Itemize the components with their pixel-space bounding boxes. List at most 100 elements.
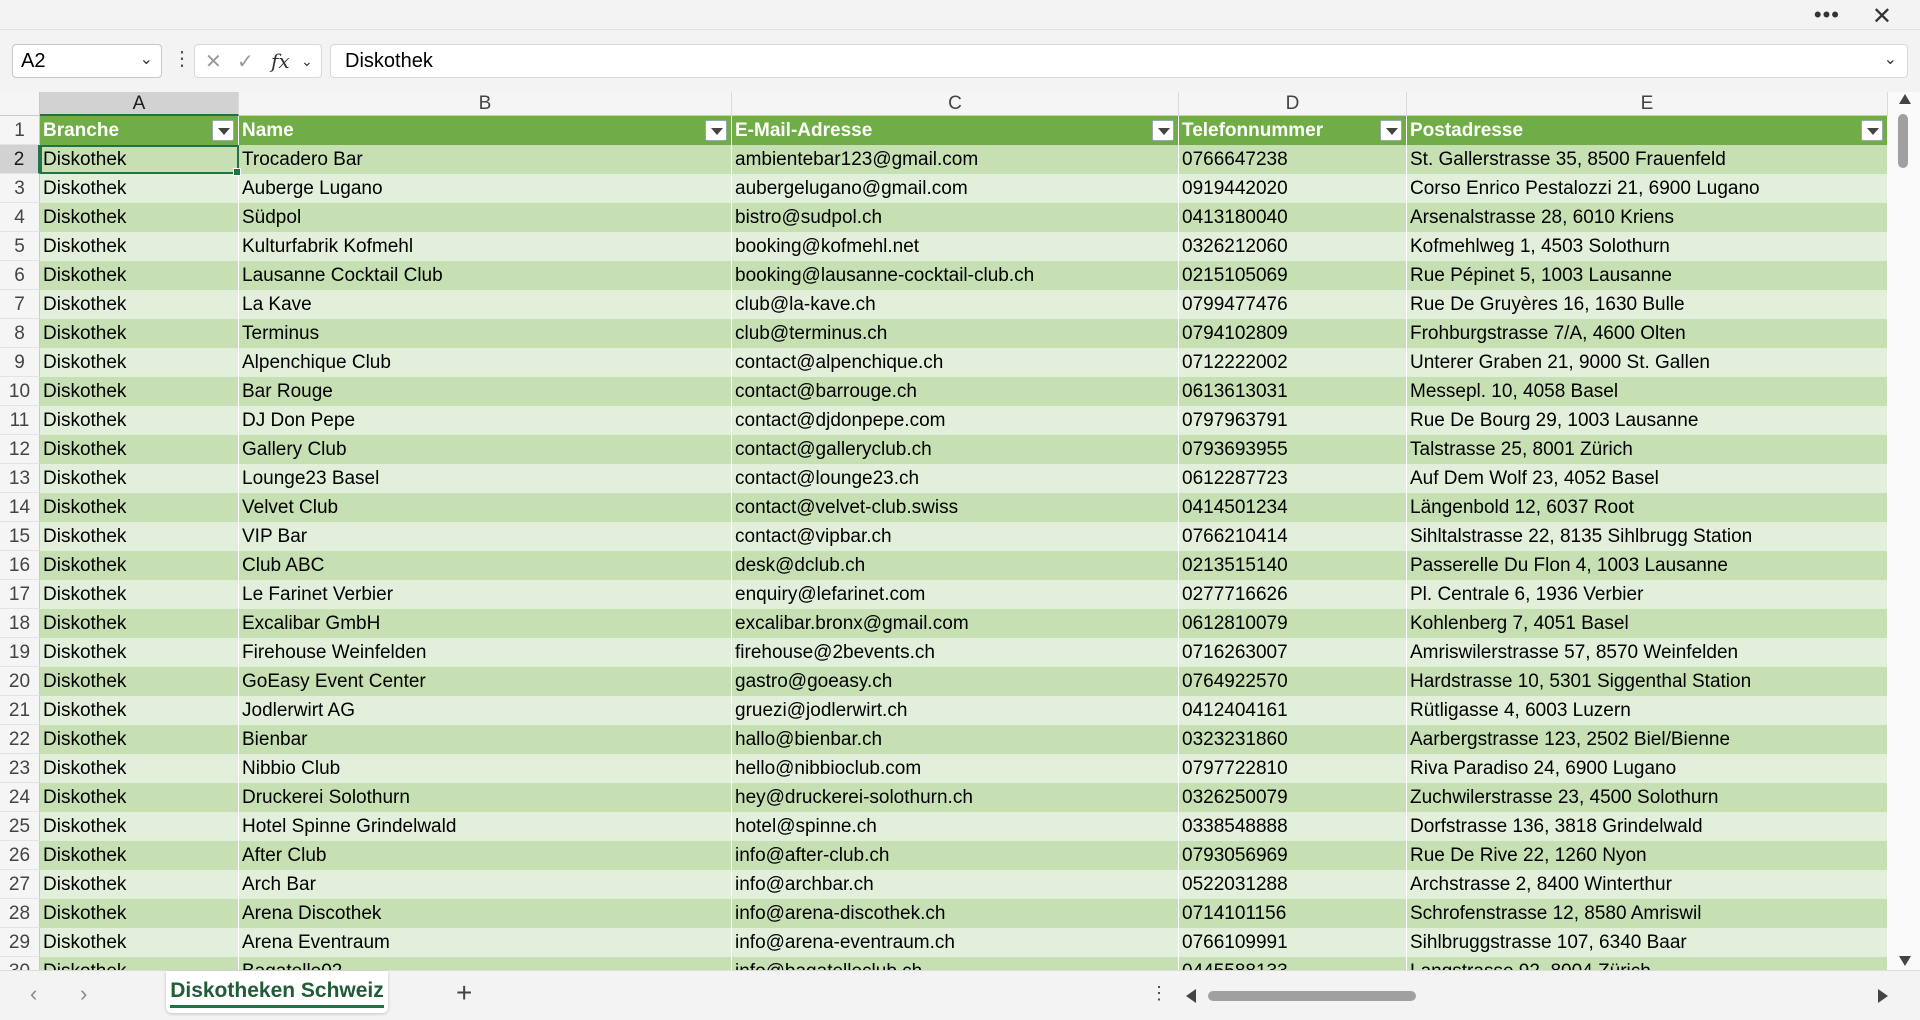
filter-dropdown-icon[interactable] — [1380, 120, 1402, 141]
table-cell[interactable]: Rue Pépinet 5, 1003 Lausanne — [1407, 261, 1888, 290]
table-cell[interactable]: Diskothek — [40, 174, 239, 203]
row-header[interactable]: 18 — [0, 609, 40, 638]
row-header[interactable]: 16 — [0, 551, 40, 580]
table-cell[interactable]: Diskothek — [40, 290, 239, 319]
row-header[interactable]: 1 — [0, 116, 40, 145]
table-cell[interactable]: 0612287723 — [1179, 464, 1407, 493]
table-cell[interactable]: 0277716626 — [1179, 580, 1407, 609]
table-cell[interactable]: info@arena-eventraum.ch — [732, 928, 1179, 957]
scroll-left-icon[interactable] — [1186, 989, 1196, 1003]
table-cell[interactable]: Diskothek — [40, 406, 239, 435]
vertical-scroll-thumb[interactable] — [1898, 114, 1908, 168]
table-cell[interactable]: 0797963791 — [1179, 406, 1407, 435]
table-cell[interactable]: Diskothek — [40, 377, 239, 406]
row-header[interactable]: 17 — [0, 580, 40, 609]
table-cell[interactable]: contact@velvet-club.swiss — [732, 493, 1179, 522]
table-cell[interactable]: Diskothek — [40, 609, 239, 638]
table-cell[interactable]: Lausanne Cocktail Club — [239, 261, 732, 290]
table-cell[interactable]: Kofmehlweg 1, 4503 Solothurn — [1407, 232, 1888, 261]
table-cell[interactable]: enquiry@lefarinet.com — [732, 580, 1179, 609]
table-cell[interactable]: contact@vipbar.ch — [732, 522, 1179, 551]
row-header[interactable]: 30 — [0, 957, 40, 970]
insert-function-icon[interactable]: fx — [271, 49, 290, 73]
select-all-corner[interactable] — [0, 92, 40, 116]
table-cell[interactable]: La Kave — [239, 290, 732, 319]
table-cell[interactable]: Bienbar — [239, 725, 732, 754]
row-header[interactable]: 26 — [0, 841, 40, 870]
table-cell[interactable]: 0613613031 — [1179, 377, 1407, 406]
table-cell[interactable]: 0764922570 — [1179, 667, 1407, 696]
table-cell[interactable]: booking@kofmehl.net — [732, 232, 1179, 261]
table-cell[interactable]: 0445588133 — [1179, 957, 1407, 970]
table-cell[interactable]: booking@lausanne-cocktail-club.ch — [732, 261, 1179, 290]
sheet-tab-active[interactable]: Diskotheken Schweiz — [166, 971, 388, 1013]
table-cell[interactable]: Rue De Rive 22, 1260 Nyon — [1407, 841, 1888, 870]
table-cell[interactable]: Diskothek — [40, 522, 239, 551]
row-header[interactable]: 3 — [0, 174, 40, 203]
table-cell[interactable]: Diskothek — [40, 841, 239, 870]
table-cell[interactable]: Diskothek — [40, 348, 239, 377]
table-cell[interactable]: Lounge23 Basel — [239, 464, 732, 493]
row-header[interactable]: 4 — [0, 203, 40, 232]
filter-dropdown-icon[interactable] — [1861, 120, 1883, 141]
table-cell[interactable]: Diskothek — [40, 783, 239, 812]
chevron-down-icon[interactable]: ⌄ — [140, 49, 153, 69]
column-header-c[interactable]: C — [732, 92, 1179, 116]
table-cell[interactable]: 0766109991 — [1179, 928, 1407, 957]
row-header[interactable]: 9 — [0, 348, 40, 377]
row-header[interactable]: 12 — [0, 435, 40, 464]
name-box[interactable]: A2 ⌄ — [12, 44, 162, 78]
row-header[interactable]: 27 — [0, 870, 40, 899]
filter-dropdown-icon[interactable] — [705, 120, 727, 141]
table-cell[interactable]: Diskothek — [40, 899, 239, 928]
table-cell[interactable]: Hotel Spinne Grindelwald — [239, 812, 732, 841]
formula-input[interactable]: Diskothek ⌄ — [330, 44, 1908, 78]
table-cell[interactable]: Diskothek — [40, 232, 239, 261]
table-cell[interactable]: Diskothek — [40, 580, 239, 609]
row-header[interactable]: 13 — [0, 464, 40, 493]
table-cell[interactable]: firehouse@2bevents.ch — [732, 638, 1179, 667]
table-cell[interactable]: Diskothek — [40, 957, 239, 970]
table-cell[interactable]: DJ Don Pepe — [239, 406, 732, 435]
table-cell[interactable]: 0712222002 — [1179, 348, 1407, 377]
expand-formula-icon[interactable]: ⌄ — [1884, 49, 1897, 69]
table-cell[interactable]: excalibar.bronx@gmail.com — [732, 609, 1179, 638]
table-cell[interactable]: 0793693955 — [1179, 435, 1407, 464]
table-cell[interactable]: Rue De Gruyères 16, 1630 Bulle — [1407, 290, 1888, 319]
table-cell[interactable]: gastro@goeasy.ch — [732, 667, 1179, 696]
table-cell[interactable]: Corso Enrico Pestalozzi 21, 6900 Lugano — [1407, 174, 1888, 203]
row-header[interactable]: 21 — [0, 696, 40, 725]
table-cell[interactable]: Diskothek — [40, 319, 239, 348]
table-cell[interactable]: Zuchwilerstrasse 23, 4500 Solothurn — [1407, 783, 1888, 812]
row-header[interactable]: 8 — [0, 319, 40, 348]
table-cell[interactable]: 0799477476 — [1179, 290, 1407, 319]
table-cell[interactable]: Diskothek — [40, 725, 239, 754]
table-header-cell[interactable]: Telefonnummer — [1179, 116, 1407, 145]
row-header[interactable]: 29 — [0, 928, 40, 957]
table-cell[interactable]: Rue De Bourg 29, 1003 Lausanne — [1407, 406, 1888, 435]
table-cell[interactable]: Diskothek — [40, 667, 239, 696]
row-header[interactable]: 6 — [0, 261, 40, 290]
table-cell[interactable]: 0412404161 — [1179, 696, 1407, 725]
table-cell[interactable]: ambientebar123@gmail.com — [732, 145, 1179, 174]
table-cell[interactable]: hallo@bienbar.ch — [732, 725, 1179, 754]
table-cell[interactable]: 0612810079 — [1179, 609, 1407, 638]
table-cell[interactable]: After Club — [239, 841, 732, 870]
spreadsheet-grid[interactable]: A B C D E 1 2 3 4 5 6 7 8 9 10 11 12 13 14 15 16 17 18 19 20 21 22… — [0, 92, 1888, 970]
table-cell[interactable]: GoEasy Event Center — [239, 667, 732, 696]
table-cell[interactable]: 0215105069 — [1179, 261, 1407, 290]
table-cell[interactable]: Südpol — [239, 203, 732, 232]
table-cell[interactable]: aubergelugano@gmail.com — [732, 174, 1179, 203]
close-icon[interactable]: ✕ — [1872, 2, 1892, 31]
table-cell[interactable]: Bagatelle02 — [239, 957, 732, 970]
check-icon[interactable]: ✓ — [237, 49, 254, 74]
table-cell[interactable]: Terminus — [239, 319, 732, 348]
table-cell[interactable]: 0919442020 — [1179, 174, 1407, 203]
table-cell[interactable]: contact@djdonpepe.com — [732, 406, 1179, 435]
table-header-cell[interactable]: Branche — [40, 116, 239, 145]
table-cell[interactable]: 0716263007 — [1179, 638, 1407, 667]
table-cell[interactable]: St. Gallerstrasse 35, 8500 Frauenfeld — [1407, 145, 1888, 174]
table-cell[interactable]: Pl. Centrale 6, 1936 Verbier — [1407, 580, 1888, 609]
row-header[interactable]: 5 — [0, 232, 40, 261]
table-cell[interactable]: Arch Bar — [239, 870, 732, 899]
